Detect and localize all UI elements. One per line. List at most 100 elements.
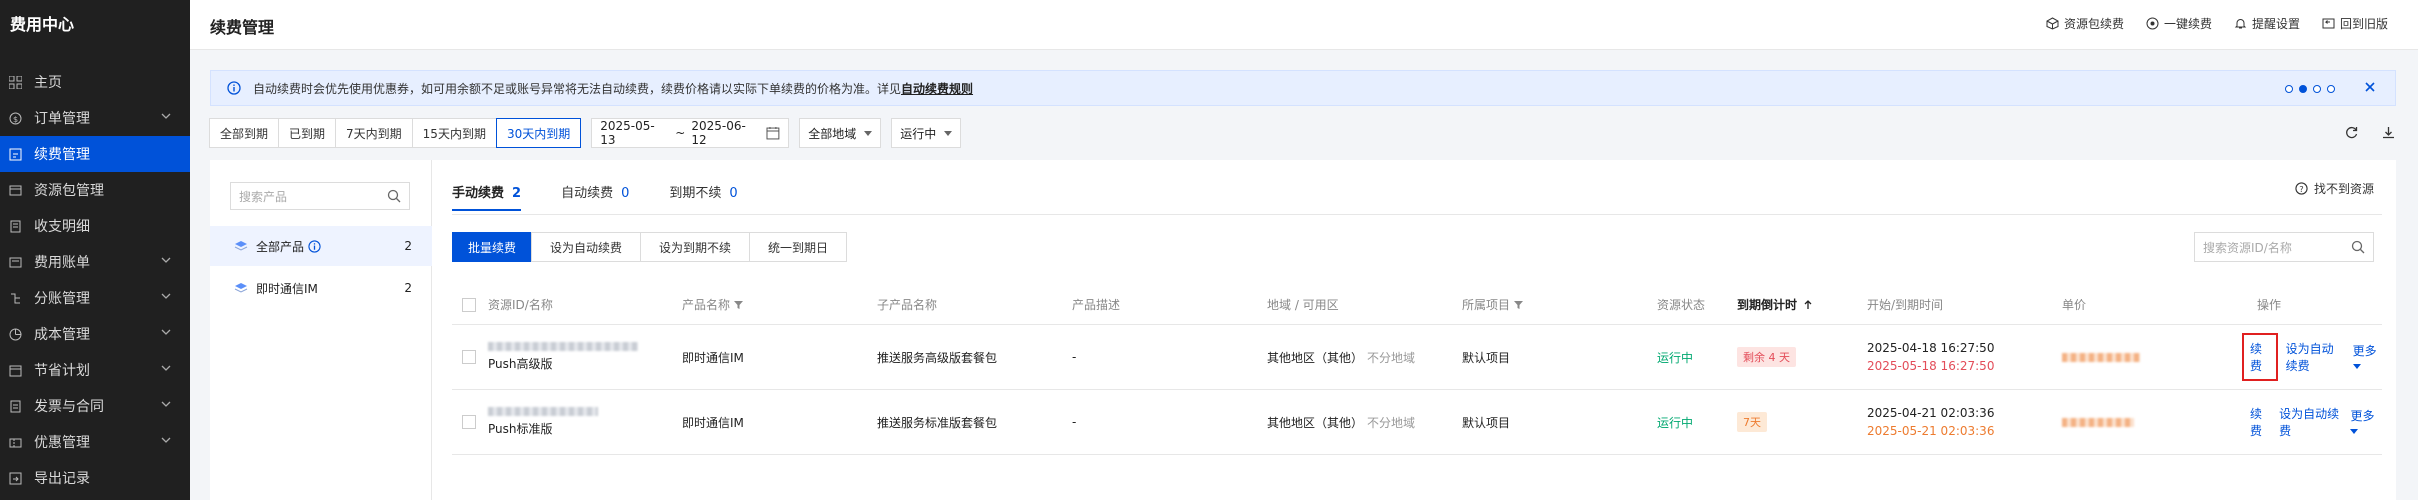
export-icon xyxy=(8,471,22,485)
one-click-renew-button[interactable]: 一键续费 xyxy=(2146,15,2212,32)
date-start: 2025-05-13 xyxy=(600,119,655,147)
ops-cell: 续费 设为自动续费 更多 xyxy=(2242,390,2382,454)
package-renew-button[interactable]: 资源包续费 xyxy=(2046,15,2124,32)
col-project[interactable]: 所属项目 xyxy=(1462,285,1524,324)
calendar-icon xyxy=(766,127,780,140)
sidebar-item-orders[interactable]: $ 订单管理 xyxy=(0,100,190,136)
resource-name: Push标准版 xyxy=(488,422,553,436)
notice-page-dot[interactable] xyxy=(2313,85,2321,93)
svg-text:?: ? xyxy=(2299,184,2303,194)
set-auto-renew-button[interactable]: 设为自动续费 xyxy=(531,232,642,262)
period-all[interactable]: 全部到期 xyxy=(209,118,280,148)
resource-search-placeholder: 搜索资源ID/名称 xyxy=(2203,240,2292,255)
tabs-divider xyxy=(452,214,2382,215)
sidebar-item-bills[interactable]: 费用账单 xyxy=(0,244,190,280)
col-project-label: 所属项目 xyxy=(1462,298,1511,312)
notice-page-dot-active[interactable] xyxy=(2299,85,2307,93)
col-region: 地域 / 可用区 xyxy=(1267,298,1339,312)
sidebar-item-packages[interactable]: 资源包管理 xyxy=(0,172,190,208)
download-icon[interactable] xyxy=(2381,125,2396,140)
sidebar-item-savings[interactable]: 节省计划 xyxy=(0,352,190,388)
col-ops: 操作 xyxy=(2257,298,2282,312)
sub-product-name: 推送服务标准版套餐包 xyxy=(877,415,998,430)
product-desc: - xyxy=(1072,415,1077,429)
row-checkbox[interactable] xyxy=(462,415,476,429)
cant-find-resource-link[interactable]: ? 找不到资源 xyxy=(2295,180,2374,197)
set-no-renew-button[interactable]: 设为到期不续 xyxy=(640,232,751,262)
select-all-checkbox[interactable] xyxy=(462,297,476,312)
col-time: 开始/到期时间 xyxy=(1867,298,1944,312)
sidebar-item-invoices[interactable]: 发票与合同 xyxy=(0,388,190,424)
product-name: 即时通信IM xyxy=(682,350,744,365)
sidebar-item-ledger[interactable]: 收支明细 xyxy=(0,208,190,244)
product-search-placeholder: 搜索产品 xyxy=(239,189,288,204)
back-to-old-button[interactable]: 回到旧版 xyxy=(2322,15,2388,32)
tab-manual[interactable]: 手动续费 2 xyxy=(452,182,522,211)
sidebar-item-split[interactable]: 分账管理 xyxy=(0,280,190,316)
header-actions: 资源包续费 一键续费 提醒设置 回到旧版 xyxy=(2046,15,2388,32)
caret-down-icon xyxy=(944,130,953,136)
sidebar-item-cost[interactable]: 成本管理 xyxy=(0,316,190,352)
period-30d[interactable]: 30天内到期 xyxy=(495,118,582,148)
set-auto-renew-link[interactable]: 设为自动续费 xyxy=(2279,405,2342,439)
chevron-down-icon xyxy=(161,257,171,263)
sidebar-item-label: 成本管理 xyxy=(34,327,90,343)
info-icon xyxy=(308,239,321,253)
unify-expiry-button[interactable]: 统一到期日 xyxy=(749,232,848,262)
col-sub-product: 子产品名称 xyxy=(877,298,938,312)
resource-search-input[interactable]: 搜索资源ID/名称 xyxy=(2194,232,2374,262)
sidebar-item-label: 导出记录 xyxy=(34,471,90,487)
tab-auto[interactable]: 自动续费 0 xyxy=(561,182,629,211)
sidebar-item-label: 资源包管理 xyxy=(34,183,104,199)
product-desc: - xyxy=(1072,350,1077,364)
col-product[interactable]: 产品名称 xyxy=(682,285,744,324)
brand-title: 费用中心 xyxy=(10,15,75,34)
redacted-resource-id xyxy=(488,342,638,351)
reminder-settings-button[interactable]: 提醒设置 xyxy=(2234,15,2300,32)
row-checkbox-cell xyxy=(462,390,476,454)
batch-actions: 批量续费 设为自动续费 设为到期不续 统一到期日 xyxy=(452,232,848,262)
search-icon xyxy=(2351,240,2365,254)
product-item-im[interactable]: 即时通信IM 2 xyxy=(210,268,432,308)
product-list: 搜索产品 全部产品 2 即时通信IM 2 xyxy=(210,160,432,500)
renew-link[interactable]: 续费 xyxy=(2242,333,2278,381)
sidebar-item-label: 费用账单 xyxy=(34,255,90,271)
start-time: 2025-04-21 02:03:36 xyxy=(1867,406,1995,420)
calendar-icon xyxy=(8,363,22,377)
more-link[interactable]: 更多 xyxy=(2350,407,2382,438)
date-range-picker[interactable]: 2025-05-13 ~ 2025-06-12 xyxy=(591,118,790,148)
sidebar-item-home[interactable]: 主页 xyxy=(0,64,190,100)
col-countdown[interactable]: 到期倒计时 xyxy=(1737,285,1813,324)
auto-renew-rules-link[interactable]: 自动续费规则 xyxy=(901,80,973,97)
col-price: 单价 xyxy=(2062,298,2087,312)
coupon-icon xyxy=(8,435,22,449)
refresh-icon[interactable] xyxy=(2344,125,2359,140)
region-select[interactable]: 全部地域 xyxy=(799,118,882,148)
invoice-icon xyxy=(8,399,22,413)
set-auto-renew-link[interactable]: 设为自动续费 xyxy=(2286,340,2345,374)
row-checkbox[interactable] xyxy=(462,350,476,364)
notice-page-dot[interactable] xyxy=(2327,85,2335,93)
product-search-input[interactable]: 搜索产品 xyxy=(230,182,410,210)
table-tools xyxy=(2344,125,2396,140)
sidebar-item-coupons[interactable]: 优惠管理 xyxy=(0,424,190,460)
period-expired[interactable]: 已到期 xyxy=(278,118,337,148)
project-name: 默认项目 xyxy=(1462,415,1511,430)
notice-page-dot[interactable] xyxy=(2285,85,2293,93)
sidebar-item-renewal[interactable]: 续费管理 xyxy=(0,136,190,172)
sidebar-item-exports[interactable]: 导出记录 xyxy=(0,460,190,496)
close-icon[interactable] xyxy=(2363,80,2377,94)
product-item-all[interactable]: 全部产品 2 xyxy=(210,226,432,266)
batch-renew-button[interactable]: 批量续费 xyxy=(452,232,533,262)
tab-count: 0 xyxy=(621,186,630,201)
one-click-renew-label: 一键续费 xyxy=(2163,17,2212,31)
more-link[interactable]: 更多 xyxy=(2352,342,2382,373)
period-7d[interactable]: 7天内到期 xyxy=(335,118,413,148)
notice-banner: 自动续费时会优先使用优惠券，如可用余额不足或账号异常将无法自动续费，续费价格请以… xyxy=(210,70,2396,106)
ledger-icon xyxy=(8,219,22,233)
status-select[interactable]: 运行中 xyxy=(891,118,962,148)
tab-no-renew[interactable]: 到期不续 0 xyxy=(669,182,737,211)
order-icon: $ xyxy=(8,111,22,125)
period-15d[interactable]: 15天内到期 xyxy=(411,118,497,148)
renew-link[interactable]: 续费 xyxy=(2250,405,2271,439)
